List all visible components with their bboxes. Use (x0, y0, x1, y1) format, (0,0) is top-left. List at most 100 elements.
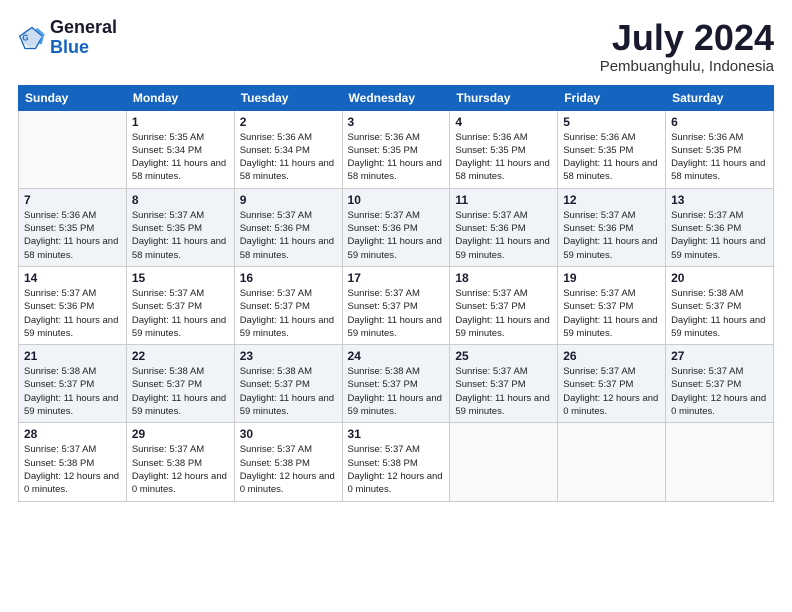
day-detail: Sunrise: 5:37 AMSunset: 5:36 PMDaylight:… (671, 209, 768, 262)
weekday-header: Friday (558, 85, 666, 110)
month-year: July 2024 (600, 18, 774, 58)
day-number: 5 (563, 115, 660, 129)
calendar-cell: 3 Sunrise: 5:36 AMSunset: 5:35 PMDayligh… (342, 110, 450, 188)
day-detail: Sunrise: 5:37 AMSunset: 5:37 PMDaylight:… (240, 287, 337, 340)
title-block: July 2024 Pembuanghulu, Indonesia (600, 18, 774, 75)
day-detail: Sunrise: 5:37 AMSunset: 5:37 PMDaylight:… (671, 365, 768, 418)
calendar-header-row: SundayMondayTuesdayWednesdayThursdayFrid… (19, 85, 774, 110)
calendar-cell: 17 Sunrise: 5:37 AMSunset: 5:37 PMDaylig… (342, 266, 450, 344)
weekday-header: Thursday (450, 85, 558, 110)
calendar-cell: 7 Sunrise: 5:36 AMSunset: 5:35 PMDayligh… (19, 188, 127, 266)
day-number: 20 (671, 271, 768, 285)
header: G General Blue July 2024 Pembuanghulu, I… (18, 18, 774, 75)
day-detail: Sunrise: 5:37 AMSunset: 5:38 PMDaylight:… (348, 443, 445, 496)
day-number: 28 (24, 427, 121, 441)
calendar-week-row: 21 Sunrise: 5:38 AMSunset: 5:37 PMDaylig… (19, 345, 774, 423)
day-detail: Sunrise: 5:38 AMSunset: 5:37 PMDaylight:… (240, 365, 337, 418)
calendar-cell: 6 Sunrise: 5:36 AMSunset: 5:35 PMDayligh… (666, 110, 774, 188)
calendar-cell (450, 423, 558, 501)
day-detail: Sunrise: 5:38 AMSunset: 5:37 PMDaylight:… (348, 365, 445, 418)
day-detail: Sunrise: 5:36 AMSunset: 5:35 PMDaylight:… (455, 131, 552, 184)
day-detail: Sunrise: 5:38 AMSunset: 5:37 PMDaylight:… (132, 365, 229, 418)
day-number: 30 (240, 427, 337, 441)
calendar-cell: 15 Sunrise: 5:37 AMSunset: 5:37 PMDaylig… (126, 266, 234, 344)
day-detail: Sunrise: 5:37 AMSunset: 5:36 PMDaylight:… (455, 209, 552, 262)
day-number: 3 (348, 115, 445, 129)
day-detail: Sunrise: 5:37 AMSunset: 5:35 PMDaylight:… (132, 209, 229, 262)
day-number: 17 (348, 271, 445, 285)
calendar-cell: 5 Sunrise: 5:36 AMSunset: 5:35 PMDayligh… (558, 110, 666, 188)
day-detail: Sunrise: 5:37 AMSunset: 5:37 PMDaylight:… (455, 287, 552, 340)
calendar-week-row: 7 Sunrise: 5:36 AMSunset: 5:35 PMDayligh… (19, 188, 774, 266)
day-detail: Sunrise: 5:36 AMSunset: 5:35 PMDaylight:… (563, 131, 660, 184)
calendar-cell: 23 Sunrise: 5:38 AMSunset: 5:37 PMDaylig… (234, 345, 342, 423)
calendar-cell: 10 Sunrise: 5:37 AMSunset: 5:36 PMDaylig… (342, 188, 450, 266)
day-number: 27 (671, 349, 768, 363)
calendar-cell: 18 Sunrise: 5:37 AMSunset: 5:37 PMDaylig… (450, 266, 558, 344)
calendar-cell: 16 Sunrise: 5:37 AMSunset: 5:37 PMDaylig… (234, 266, 342, 344)
calendar-week-row: 1 Sunrise: 5:35 AMSunset: 5:34 PMDayligh… (19, 110, 774, 188)
day-number: 10 (348, 193, 445, 207)
day-detail: Sunrise: 5:37 AMSunset: 5:37 PMDaylight:… (563, 287, 660, 340)
day-number: 12 (563, 193, 660, 207)
calendar-cell: 27 Sunrise: 5:37 AMSunset: 5:37 PMDaylig… (666, 345, 774, 423)
calendar-cell: 14 Sunrise: 5:37 AMSunset: 5:36 PMDaylig… (19, 266, 127, 344)
calendar-cell: 19 Sunrise: 5:37 AMSunset: 5:37 PMDaylig… (558, 266, 666, 344)
day-number: 24 (348, 349, 445, 363)
calendar-cell (19, 110, 127, 188)
calendar-cell: 26 Sunrise: 5:37 AMSunset: 5:37 PMDaylig… (558, 345, 666, 423)
calendar-cell: 2 Sunrise: 5:36 AMSunset: 5:34 PMDayligh… (234, 110, 342, 188)
day-detail: Sunrise: 5:36 AMSunset: 5:34 PMDaylight:… (240, 131, 337, 184)
calendar-cell: 29 Sunrise: 5:37 AMSunset: 5:38 PMDaylig… (126, 423, 234, 501)
day-number: 14 (24, 271, 121, 285)
day-number: 25 (455, 349, 552, 363)
logo-general: General (50, 18, 117, 38)
calendar-cell: 24 Sunrise: 5:38 AMSunset: 5:37 PMDaylig… (342, 345, 450, 423)
day-detail: Sunrise: 5:37 AMSunset: 5:36 PMDaylight:… (348, 209, 445, 262)
calendar-cell: 28 Sunrise: 5:37 AMSunset: 5:38 PMDaylig… (19, 423, 127, 501)
weekday-header: Saturday (666, 85, 774, 110)
calendar-cell (666, 423, 774, 501)
day-number: 31 (348, 427, 445, 441)
calendar-cell: 31 Sunrise: 5:37 AMSunset: 5:38 PMDaylig… (342, 423, 450, 501)
weekday-header: Monday (126, 85, 234, 110)
day-number: 29 (132, 427, 229, 441)
svg-text:G: G (22, 33, 28, 42)
day-number: 13 (671, 193, 768, 207)
calendar-cell: 21 Sunrise: 5:38 AMSunset: 5:37 PMDaylig… (19, 345, 127, 423)
day-detail: Sunrise: 5:35 AMSunset: 5:34 PMDaylight:… (132, 131, 229, 184)
weekday-header: Sunday (19, 85, 127, 110)
calendar-cell: 12 Sunrise: 5:37 AMSunset: 5:36 PMDaylig… (558, 188, 666, 266)
day-number: 16 (240, 271, 337, 285)
day-number: 18 (455, 271, 552, 285)
day-detail: Sunrise: 5:37 AMSunset: 5:37 PMDaylight:… (455, 365, 552, 418)
day-detail: Sunrise: 5:36 AMSunset: 5:35 PMDaylight:… (348, 131, 445, 184)
day-detail: Sunrise: 5:37 AMSunset: 5:38 PMDaylight:… (132, 443, 229, 496)
calendar-cell: 1 Sunrise: 5:35 AMSunset: 5:34 PMDayligh… (126, 110, 234, 188)
page: G General Blue July 2024 Pembuanghulu, I… (0, 0, 792, 612)
day-detail: Sunrise: 5:36 AMSunset: 5:35 PMDaylight:… (671, 131, 768, 184)
day-number: 2 (240, 115, 337, 129)
day-number: 4 (455, 115, 552, 129)
day-number: 15 (132, 271, 229, 285)
day-number: 19 (563, 271, 660, 285)
calendar-cell: 20 Sunrise: 5:38 AMSunset: 5:37 PMDaylig… (666, 266, 774, 344)
day-number: 22 (132, 349, 229, 363)
calendar-cell: 11 Sunrise: 5:37 AMSunset: 5:36 PMDaylig… (450, 188, 558, 266)
day-detail: Sunrise: 5:37 AMSunset: 5:36 PMDaylight:… (24, 287, 121, 340)
day-number: 8 (132, 193, 229, 207)
day-detail: Sunrise: 5:37 AMSunset: 5:37 PMDaylight:… (563, 365, 660, 418)
day-detail: Sunrise: 5:38 AMSunset: 5:37 PMDaylight:… (24, 365, 121, 418)
calendar-cell: 22 Sunrise: 5:38 AMSunset: 5:37 PMDaylig… (126, 345, 234, 423)
logo-text: General Blue (50, 18, 117, 58)
day-number: 9 (240, 193, 337, 207)
day-detail: Sunrise: 5:37 AMSunset: 5:36 PMDaylight:… (240, 209, 337, 262)
calendar-cell: 9 Sunrise: 5:37 AMSunset: 5:36 PMDayligh… (234, 188, 342, 266)
day-number: 26 (563, 349, 660, 363)
day-number: 21 (24, 349, 121, 363)
day-detail: Sunrise: 5:37 AMSunset: 5:36 PMDaylight:… (563, 209, 660, 262)
calendar-table: SundayMondayTuesdayWednesdayThursdayFrid… (18, 85, 774, 502)
day-detail: Sunrise: 5:37 AMSunset: 5:38 PMDaylight:… (240, 443, 337, 496)
calendar-week-row: 14 Sunrise: 5:37 AMSunset: 5:36 PMDaylig… (19, 266, 774, 344)
weekday-header: Tuesday (234, 85, 342, 110)
